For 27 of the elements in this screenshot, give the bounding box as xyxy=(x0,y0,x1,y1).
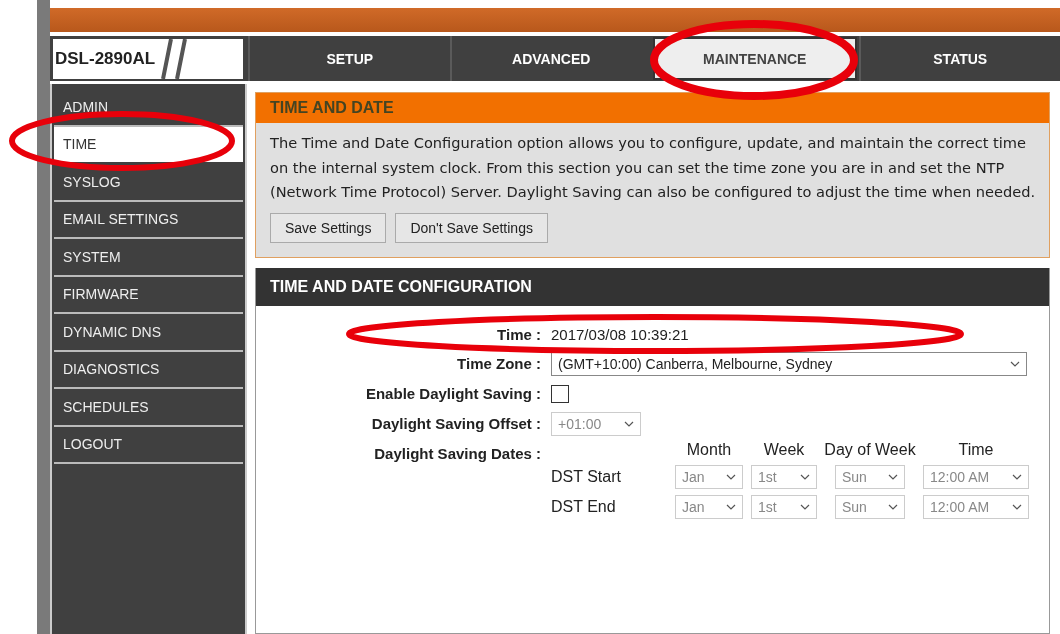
panel-title: TIME AND DATE CONFIGURATION xyxy=(256,267,1049,306)
sidebar-item[interactable]: FIRMWARE xyxy=(54,276,243,314)
field-label: Daylight Saving Dates : xyxy=(374,444,541,462)
field-label: Enable Daylight Saving : xyxy=(365,385,541,402)
sidebar-item[interactable]: DYNAMIC DNS xyxy=(54,314,243,352)
field-label: Daylight Saving Offset : xyxy=(371,415,541,432)
column-header: Week xyxy=(763,440,805,459)
sidebar-item[interactable]: LOGOUT xyxy=(54,426,243,464)
sidebar-item[interactable]: EMAIL SETTINGS xyxy=(54,201,243,239)
form-button[interactable]: Don't Save Settings xyxy=(395,212,548,243)
sidebar-item[interactable]: SYSLOG xyxy=(54,164,243,202)
dropdown[interactable]: (GMT+10:00) Canberra, Melbourne, Sydney xyxy=(551,351,1027,376)
column-header: Day of Week xyxy=(824,440,916,459)
row-label: DST Start xyxy=(551,467,622,486)
sidebar-item[interactable]: SYSTEM xyxy=(54,239,243,277)
row-label: DST End xyxy=(551,497,617,516)
panel-title: TIME AND DATE xyxy=(256,93,1049,123)
sidebar-item[interactable]: DIAGNOSTICS xyxy=(54,351,243,389)
time-value: 2017/03/08 10:39:21 xyxy=(551,325,690,343)
description: The Time and Date Configuration option allows you to configure, update, and maintain the correct time on the internal system clock. From this section you can set the time zone you are in and set the NTP (Network Time Protocol) Server. Daylight Saving can also be configured to adjust the time when needed. xyxy=(269,133,1037,202)
form-button[interactable]: Save Settings xyxy=(270,212,387,243)
logo: DSL-2890AL xyxy=(53,39,243,79)
column-header: Month xyxy=(686,440,732,459)
sidebar-item[interactable]: SCHEDULES xyxy=(54,389,243,427)
column-header: Time xyxy=(958,440,994,459)
field-label: Time Zone : xyxy=(457,355,541,372)
field-label: Time : xyxy=(497,325,541,343)
